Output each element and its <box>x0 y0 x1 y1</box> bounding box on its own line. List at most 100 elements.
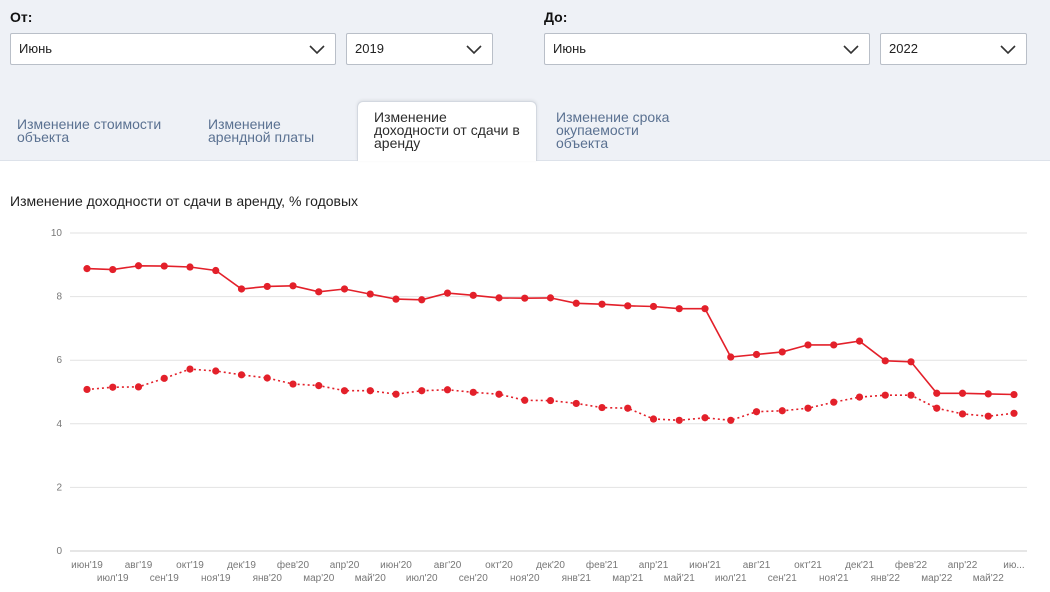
data-point <box>109 383 117 391</box>
data-point <box>907 358 915 366</box>
data-point <box>830 398 838 406</box>
y-tick-label: 4 <box>56 419 62 430</box>
data-point <box>546 294 555 302</box>
x-tick-label: дек'19 <box>227 560 256 571</box>
data-point <box>392 390 400 398</box>
x-tick-label: авг'21 <box>743 560 771 571</box>
data-point <box>340 387 349 395</box>
data-point <box>392 295 400 303</box>
x-tick-label: апр'22 <box>948 560 978 571</box>
data-point <box>186 263 194 271</box>
line-chart: 0 2 4 6 8 10 июн'19 июл'19 авг'19 сен'19 окт'19 но… <box>51 228 1027 584</box>
data-point <box>624 302 632 310</box>
data-point <box>778 407 786 415</box>
x-tick-label: фев'21 <box>586 559 619 571</box>
x-tick-label: окт'20 <box>485 560 513 571</box>
data-point <box>263 374 271 382</box>
x-tick-label: июл'21 <box>715 573 747 584</box>
data-point <box>83 385 91 394</box>
data-point <box>804 404 812 412</box>
data-point <box>134 383 143 391</box>
data-point <box>649 415 658 423</box>
data-point <box>186 365 194 373</box>
data-point <box>907 391 915 399</box>
x-tick-label: июл'19 <box>97 573 129 584</box>
data-point <box>778 348 786 356</box>
data-point <box>418 296 426 304</box>
data-point <box>830 341 838 349</box>
x-tick-label: янв'21 <box>562 573 592 584</box>
data-point <box>727 353 735 361</box>
x-tick-label: фев'22 <box>895 559 928 571</box>
data-point <box>443 386 452 394</box>
x-tick-label: окт'21 <box>794 560 822 571</box>
data-point <box>160 262 168 270</box>
data-point <box>855 393 864 401</box>
series-line-2 <box>86 368 1015 422</box>
data-point <box>881 357 889 365</box>
data-point <box>340 285 349 293</box>
data-point <box>160 374 168 382</box>
data-point <box>701 305 709 313</box>
data-point <box>675 305 683 313</box>
x-tick-label: окт'19 <box>176 560 204 571</box>
data-point <box>289 282 297 290</box>
data-point <box>212 266 220 275</box>
data-point <box>624 404 632 412</box>
data-point <box>572 399 580 408</box>
x-tick-label: сен'21 <box>768 573 798 584</box>
data-point <box>675 416 683 424</box>
y-tick-label: 0 <box>56 546 62 557</box>
y-tick-label: 2 <box>56 482 62 493</box>
x-tick-label: сен'20 <box>459 573 489 584</box>
x-tick-label: ию... <box>1003 560 1024 571</box>
y-tick-label: 8 <box>56 292 62 303</box>
x-tick-label: июн'20 <box>380 560 412 571</box>
x-tick-label: дек'20 <box>536 560 565 571</box>
data-point <box>263 282 271 291</box>
data-point <box>727 416 735 424</box>
data-point <box>521 396 529 404</box>
x-tick-label: сен'19 <box>150 573 180 584</box>
data-point <box>958 410 967 418</box>
data-point <box>1010 409 1018 417</box>
data-point <box>315 382 323 390</box>
data-point <box>212 367 220 375</box>
data-point <box>289 380 297 388</box>
x-tick-label: апр'20 <box>330 560 360 571</box>
data-point <box>469 291 477 299</box>
data-point <box>804 341 812 349</box>
x-tick-label: авг'19 <box>125 560 153 571</box>
x-tick-label: июл'20 <box>406 573 438 584</box>
x-tick-label: янв'20 <box>253 573 283 584</box>
x-tick-label: май'20 <box>355 573 386 584</box>
y-tick-label: 10 <box>51 228 63 239</box>
data-point <box>495 294 503 302</box>
data-point <box>933 404 941 412</box>
x-tick-label: май'21 <box>664 573 695 584</box>
data-point <box>495 390 503 398</box>
data-point <box>109 265 117 274</box>
data-point <box>752 408 761 416</box>
x-tick-label: ноя'21 <box>819 573 849 584</box>
x-tick-label: дек'21 <box>845 560 874 571</box>
data-point <box>649 302 658 311</box>
x-tick-label: май'22 <box>973 573 1004 584</box>
data-point <box>237 371 246 379</box>
x-tick-label: июн'19 <box>71 560 103 571</box>
data-point <box>469 388 477 396</box>
data-point <box>598 300 606 308</box>
x-tick-label: ноя'20 <box>510 573 540 584</box>
data-point <box>83 265 91 273</box>
data-point <box>1010 390 1018 399</box>
x-tick-label: мар'20 <box>303 573 334 584</box>
data-point <box>958 389 967 397</box>
data-point <box>418 387 426 395</box>
data-point <box>366 290 374 298</box>
data-point <box>315 288 323 296</box>
x-tick-label: фев'20 <box>277 559 310 571</box>
data-point <box>881 391 889 399</box>
data-point <box>984 390 992 398</box>
data-point <box>521 294 529 302</box>
y-tick-label: 6 <box>56 355 62 366</box>
